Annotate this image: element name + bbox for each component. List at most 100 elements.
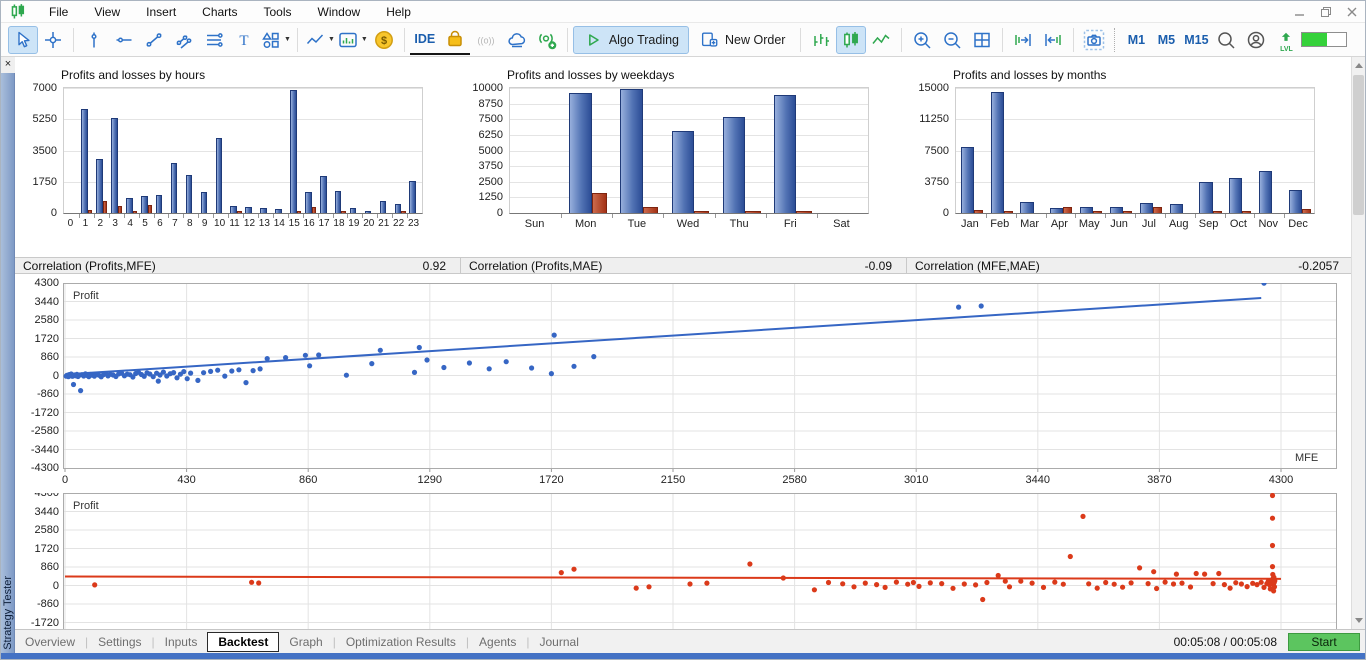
y-tick-label: 5250 xyxy=(32,113,57,126)
lvl-button[interactable]: LVL xyxy=(1271,26,1301,54)
minimize-button[interactable] xyxy=(1295,7,1305,17)
search-icon xyxy=(1215,29,1237,51)
tab-journal[interactable]: Journal xyxy=(530,632,589,652)
vertical-line-tool-button[interactable] xyxy=(79,26,109,54)
profit-bar xyxy=(1199,181,1213,213)
tab-backtest[interactable]: Backtest xyxy=(207,631,280,652)
scroll-down-icon[interactable] xyxy=(1355,618,1363,623)
menu-file[interactable]: File xyxy=(36,2,81,22)
profit-bar xyxy=(364,210,372,213)
loss-bar xyxy=(1063,207,1073,213)
candle-chart-mode-button[interactable] xyxy=(836,25,867,54)
line-chart-icon xyxy=(870,29,892,51)
screenshot-button[interactable] xyxy=(1079,26,1109,54)
shift-chart-end-button[interactable] xyxy=(1008,26,1038,54)
market-button[interactable] xyxy=(440,25,470,53)
y-tick-label: 1720 xyxy=(34,332,59,345)
correlation-label: Correlation (Profits,MAE) xyxy=(469,258,603,273)
channel-tool-button[interactable] xyxy=(169,26,199,54)
search-button[interactable] xyxy=(1211,26,1241,54)
text-tool-button[interactable]: T xyxy=(229,26,259,54)
timeframe-m15-button[interactable]: M15 xyxy=(1181,26,1211,54)
x-tick-label: Thu xyxy=(729,218,749,230)
indicator-window-icon xyxy=(337,29,359,51)
profit-bar xyxy=(773,94,797,213)
x-tick-label: 15 xyxy=(288,218,300,229)
profit-bar xyxy=(990,92,1004,213)
vertical-scrollbar[interactable] xyxy=(1351,57,1365,629)
timeframe-m1-button[interactable]: M1 xyxy=(1121,26,1151,54)
scroll-up-icon[interactable] xyxy=(1355,63,1363,68)
line-chart-mode-button[interactable] xyxy=(866,26,896,54)
shapes-tool-button[interactable]: ▼ xyxy=(259,26,292,54)
profit-bar xyxy=(620,88,643,213)
start-button[interactable]: Start xyxy=(1288,633,1360,651)
horizontal-line-tool-button[interactable] xyxy=(109,26,139,54)
menu-help[interactable]: Help xyxy=(373,2,424,22)
profit-bar xyxy=(1139,202,1153,213)
ide-button-label: IDE xyxy=(414,32,436,46)
add-broadcast-button[interactable] xyxy=(532,26,562,54)
loss-bar xyxy=(311,207,317,213)
new-order-button-label: New Order xyxy=(725,32,786,47)
tab-inputs[interactable]: Inputs xyxy=(155,632,208,652)
x-tick-label: Mar xyxy=(1020,218,1040,230)
x-tick-label: 9 xyxy=(201,218,208,229)
scatter-chart-profit-mfe: 4300 3440 2580 1720 860 0 -860 -1720 -2580 -3440-… xyxy=(15,277,1353,489)
tile-windows-button[interactable] xyxy=(967,26,997,54)
y-tick-label: 1750 xyxy=(32,175,57,188)
timeframe-m5-button[interactable]: M5 xyxy=(1151,26,1181,54)
crosshair-tool-button[interactable] xyxy=(38,26,68,54)
vps-cloud-button[interactable] xyxy=(502,26,532,54)
menu-view[interactable]: View xyxy=(81,2,133,22)
x-tick-label: 3 xyxy=(112,218,118,229)
bar-chart-months: Profits and losses by months 0 3750 7500 112… xyxy=(907,61,1353,255)
panel-close-button[interactable]: × xyxy=(1,57,15,73)
equidistant-lines-tool-button[interactable] xyxy=(199,26,229,54)
scrollbar-thumb[interactable] xyxy=(1353,75,1364,215)
y-tick-label: 0 xyxy=(50,207,57,219)
cursor-tool-button[interactable] xyxy=(8,25,38,54)
symbols-button[interactable]: $ xyxy=(369,26,399,54)
profit-bar xyxy=(185,174,193,213)
ide-button[interactable]: IDE xyxy=(410,25,440,53)
candlesticks-icon xyxy=(840,29,862,51)
correlation-value: -0.2057 xyxy=(1298,258,1339,273)
tester-tab-bar: Overview | Settings | Inputs Backtest Graph | Op… xyxy=(15,629,1365,653)
menu-charts[interactable]: Charts xyxy=(189,2,250,22)
signals-button[interactable]: ((o)) xyxy=(470,26,502,54)
restore-button[interactable] xyxy=(1321,7,1331,17)
menu-insert[interactable]: Insert xyxy=(133,2,189,22)
correlation-label: Correlation (MFE,MAE) xyxy=(915,258,1040,273)
x-tick-label: 4 xyxy=(127,218,133,229)
indicators-button[interactable]: ▼ xyxy=(303,26,336,54)
cursor-icon xyxy=(12,29,34,51)
scatter-chart-profit-mae: 4300 3440 2580 1720 860 0 -860 -1720 Profit xyxy=(15,493,1353,629)
y-tick-label: 7000 xyxy=(32,82,57,94)
loss-bar xyxy=(1242,211,1252,213)
account-button[interactable] xyxy=(1241,26,1271,54)
x-tick-label: Jan xyxy=(961,218,979,230)
profit-bar xyxy=(334,190,342,213)
tab-overview[interactable]: Overview xyxy=(15,632,85,652)
x-tick-label: 0 xyxy=(61,474,69,486)
tab-graph[interactable]: Graph xyxy=(279,632,332,652)
zoom-out-icon xyxy=(941,29,963,51)
menu-window[interactable]: Window xyxy=(305,2,374,22)
shift-chart-back-button[interactable] xyxy=(1038,26,1068,54)
tab-optimization-results[interactable]: Optimization Results xyxy=(336,632,466,652)
indicator-window-button[interactable]: ▼ xyxy=(336,26,369,54)
timeframe-m5-button-label: M5 xyxy=(1157,32,1176,47)
tab-agents[interactable]: Agents xyxy=(469,632,526,652)
chart-title: Profits and losses by months xyxy=(953,68,1107,82)
close-button[interactable] xyxy=(1347,7,1357,17)
trendline-tool-button[interactable] xyxy=(139,26,169,54)
menu-tools[interactable]: Tools xyxy=(251,2,305,22)
tab-settings[interactable]: Settings xyxy=(88,632,151,652)
zoom-in-button[interactable] xyxy=(907,26,937,54)
algo-trading-button[interactable]: Algo Trading xyxy=(572,25,689,54)
new-order-button[interactable]: New Order xyxy=(689,26,795,54)
zoom-out-button[interactable] xyxy=(937,26,967,54)
chart-plot-area xyxy=(509,87,869,218)
bar-chart-mode-button[interactable] xyxy=(806,26,836,54)
